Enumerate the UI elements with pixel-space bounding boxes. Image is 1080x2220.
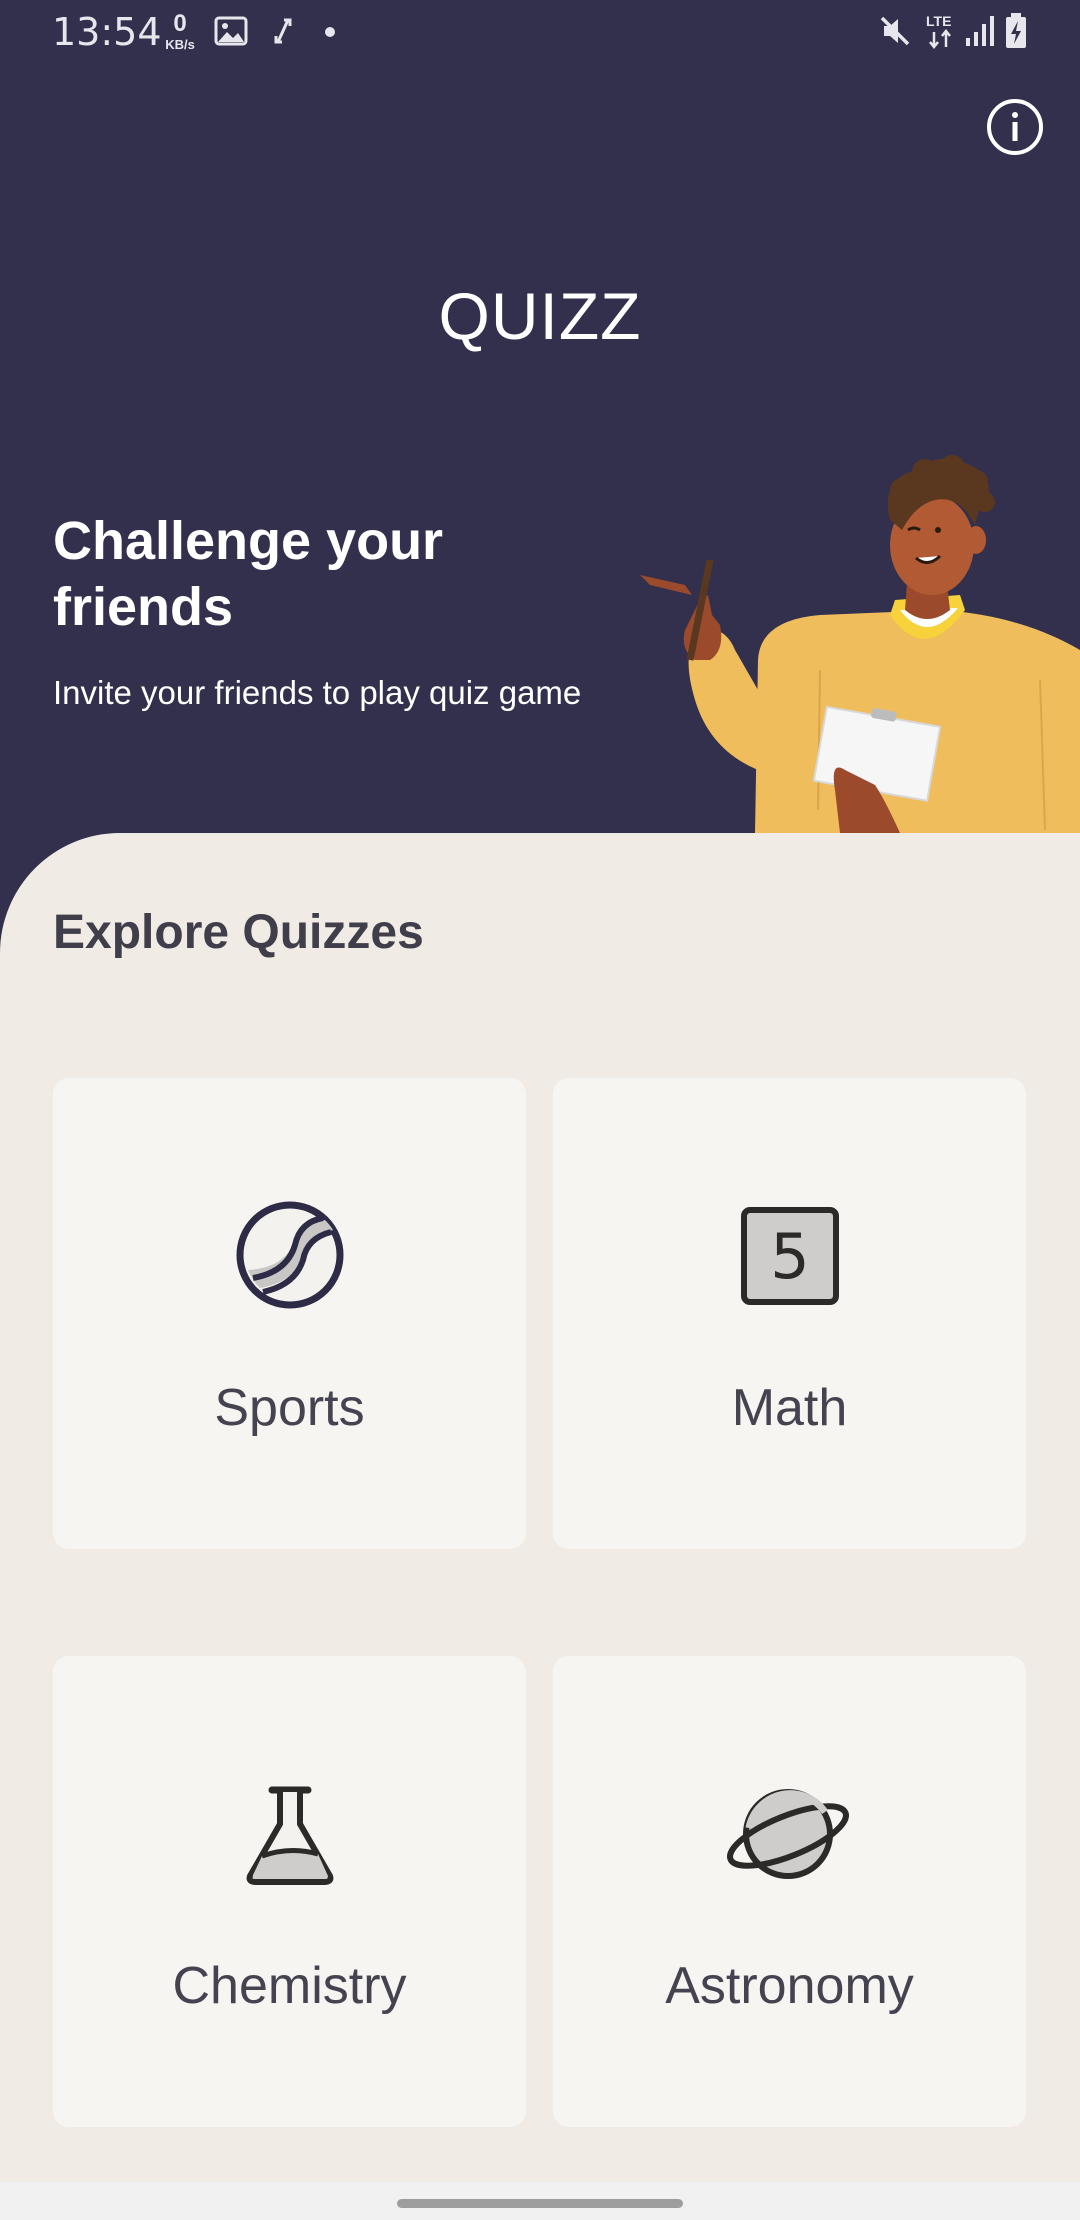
- person-pointing-illustration: [640, 455, 1080, 833]
- category-card-math[interactable]: 5 Math: [553, 1078, 1026, 1549]
- signal-icon: [966, 16, 994, 46]
- battery-charging-icon: [1006, 13, 1026, 48]
- lte-icon: LTE: [926, 13, 951, 50]
- image-icon: [214, 16, 248, 46]
- category-card-sports[interactable]: Sports: [53, 1078, 526, 1549]
- network-speed: 0 KB/s: [160, 10, 200, 52]
- network-speed-value: 0: [173, 10, 187, 37]
- sync-icon: [274, 18, 292, 44]
- status-bar: 13:54 0 KB/s LTE: [0, 0, 1080, 64]
- category-label: Sports: [214, 1379, 365, 1437]
- status-time: 13:54: [52, 10, 162, 54]
- tennis-ball-icon: [236, 1201, 343, 1309]
- mute-icon: [880, 16, 910, 46]
- home-gesture-handle[interactable]: [397, 2199, 683, 2208]
- category-label: Astronomy: [665, 1957, 914, 2015]
- number-five-icon: 5: [740, 1207, 839, 1305]
- category-card-astronomy[interactable]: Astronomy: [553, 1656, 1026, 2127]
- category-label: Chemistry: [172, 1957, 407, 2015]
- category-card-chemistry[interactable]: Chemistry: [53, 1656, 526, 2127]
- hero-subtitle: Invite your friends to play quiz game: [53, 674, 582, 711]
- app-title: QUIZZ: [438, 279, 642, 353]
- section-title: Explore Quizzes: [53, 906, 424, 959]
- navigation-bar: [0, 2182, 1080, 2220]
- network-speed-unit: KB/s: [165, 37, 195, 52]
- dot-icon: [325, 27, 335, 37]
- category-label: Math: [731, 1379, 848, 1437]
- svg-text:LTE: LTE: [926, 13, 951, 29]
- hero-heading: Challenge your friends: [53, 511, 444, 637]
- planet-icon: [726, 1789, 849, 1879]
- svg-text:5: 5: [770, 1220, 809, 1293]
- flask-icon: [246, 1786, 333, 1885]
- info-icon[interactable]: [986, 98, 1044, 156]
